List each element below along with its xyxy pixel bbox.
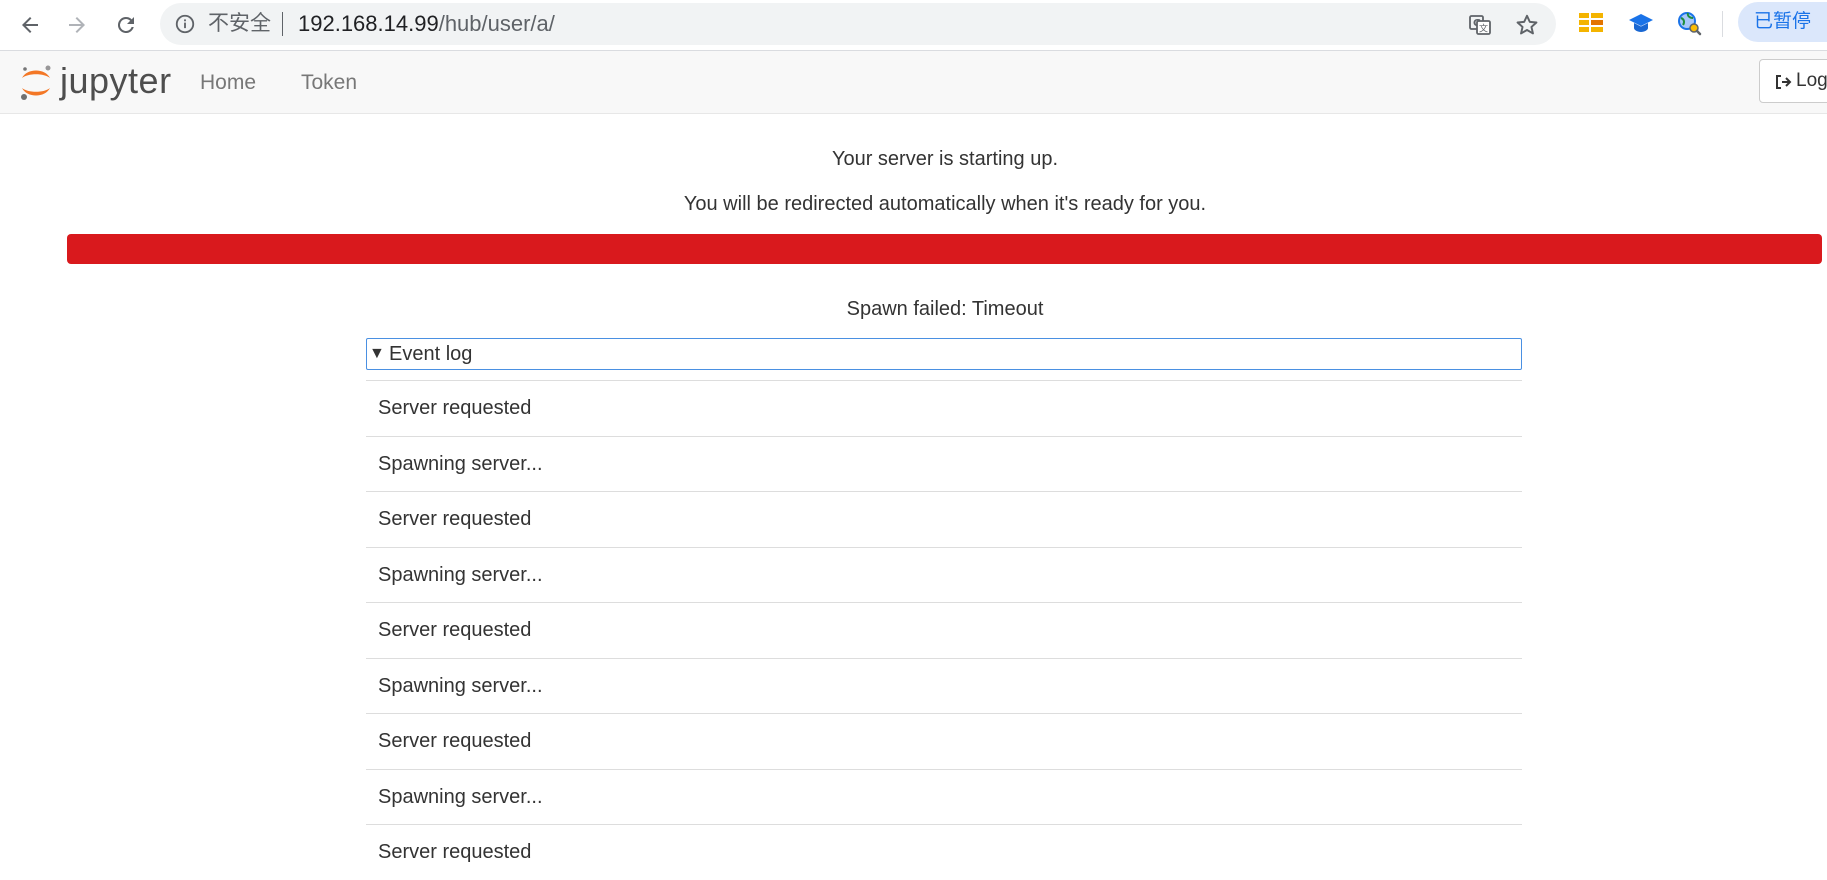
reload-button[interactable] bbox=[108, 7, 144, 43]
redirect-message: You will be redirected automatically whe… bbox=[683, 193, 1207, 215]
svg-text:文: 文 bbox=[1479, 23, 1488, 35]
forward-arrow-icon bbox=[69, 17, 85, 33]
event-log-entry: Spawning server... bbox=[366, 546, 1522, 603]
extension-grid-icon[interactable] bbox=[1578, 10, 1604, 36]
event-log-entry: Server requested bbox=[366, 380, 1522, 436]
jupyter-logo-text: jupyter bbox=[60, 60, 172, 101]
disclosure-triangle-icon: ▼ bbox=[369, 345, 385, 362]
logout-button[interactable]: Log bbox=[1759, 59, 1827, 103]
star-icon[interactable] bbox=[1514, 12, 1540, 38]
event-log-entry: Server requested bbox=[366, 602, 1522, 658]
progress-bar-fill bbox=[67, 234, 1822, 264]
event-log-entry: Server requested bbox=[366, 491, 1522, 547]
event-log-entry: Server requested bbox=[366, 713, 1522, 769]
extension-graduation-cap-icon[interactable] bbox=[1628, 10, 1654, 36]
jupyter-header: jupyter Home Token Log bbox=[0, 51, 1827, 114]
event-log-entry: Server requested bbox=[366, 824, 1522, 880]
back-button[interactable] bbox=[12, 7, 48, 43]
nav-home-link[interactable]: Home bbox=[200, 71, 256, 95]
omnibox-separator bbox=[282, 12, 283, 36]
event-log: ▼ Event log Server requested Spawning ser… bbox=[366, 338, 1522, 880]
event-log-summary-label: Event log bbox=[389, 343, 473, 365]
address-bar[interactable]: 不安全 192.168.14.99/hub/user/a/ G 文 bbox=[160, 3, 1556, 45]
browser-toolbar: 不安全 192.168.14.99/hub/user/a/ G 文 已暂停 bbox=[0, 0, 1827, 51]
toolbar-divider bbox=[1722, 11, 1723, 37]
back-arrow-icon bbox=[22, 17, 38, 33]
extension-globe-lens-icon[interactable] bbox=[1676, 10, 1702, 36]
translate-icon[interactable]: G 文 bbox=[1468, 13, 1492, 37]
nav-token-link[interactable]: Token bbox=[301, 71, 357, 95]
event-log-list: Server requested Spawning server... Server… bbox=[366, 380, 1522, 880]
url-text[interactable]: 192.168.14.99/hub/user/a/ bbox=[298, 12, 555, 36]
url-host: 192.168.14.99 bbox=[298, 11, 439, 36]
progress-bar bbox=[67, 234, 1822, 264]
reload-icon bbox=[117, 16, 134, 33]
url-path: /hub/user/a/ bbox=[438, 11, 555, 36]
info-icon[interactable] bbox=[174, 13, 196, 35]
paused-label: 已暂停 bbox=[1754, 11, 1812, 32]
sign-out-icon bbox=[1776, 75, 1792, 89]
status-message: Spawn failed: Timeout bbox=[846, 298, 1044, 320]
event-log-summary[interactable]: ▼ Event log bbox=[366, 338, 1522, 370]
event-log-entry: Spawning server... bbox=[366, 657, 1522, 714]
jupyter-logo[interactable]: jupyter bbox=[18, 59, 178, 105]
event-log-entry: Spawning server... bbox=[366, 768, 1522, 825]
insecure-label[interactable]: 不安全 bbox=[208, 13, 271, 35]
jupyter-logo-mark-icon bbox=[21, 65, 51, 100]
sync-paused-button[interactable]: 已暂停 bbox=[1738, 2, 1827, 42]
forward-button[interactable] bbox=[59, 7, 95, 43]
starting-message: Your server is starting up. bbox=[831, 148, 1059, 170]
event-log-entry: Spawning server... bbox=[366, 435, 1522, 492]
logout-label: Log bbox=[1796, 70, 1827, 91]
